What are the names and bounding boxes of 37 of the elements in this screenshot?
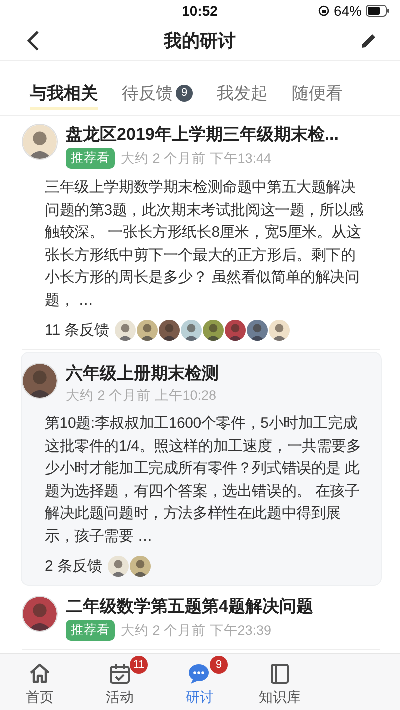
tab[interactable]: 我发起 — [217, 79, 268, 110]
count-badge: 11 — [130, 656, 148, 674]
post-title: 二年级数学第五题第4题解决问题 — [66, 596, 314, 618]
home-icon — [28, 662, 52, 686]
chat-bubble-icon — [188, 662, 212, 686]
post-card[interactable]: 盘龙区2019年上学期三年级期末检... 推荐看 大约 2 个月前 下午13:44 三年级上学期数学期末检测命题中第五大题解决问题的第3题，此次期末考试批阅这一题，所以感触较深。 一张长方形纸长8厘米，宽5厘米。从这张长方形纸中剪下一个最大的正方形后。剩下的小长方形的周长是多少？ 虽然看似简单的解决问题， … 11 条反馈 — [22, 116, 380, 350]
book-icon — [268, 662, 292, 686]
tab-bar-item[interactable]: 知识库 — [240, 656, 320, 710]
post-excerpt: 三年级上学期数学期末检测命题中第五大题解决问题的第3题，此次期末考试批阅这一题，所以感触较深。 一张长方形纸长8厘米，宽5厘米。从这张长方形纸中剪下一个最大的正方形后。剩下的小长方形的周长是多少？ 虽然看似简单的解决问题， … — [45, 178, 365, 310]
tab-bar-item[interactable]: 研讨 9 — [160, 656, 240, 710]
post-title: 盘龙区2019年上学期三年级期末检... — [66, 124, 339, 146]
status-time: 10:52 — [182, 3, 218, 19]
battery-icon — [366, 5, 390, 17]
post-time: 大约 2 个月前 下午23:39 — [121, 622, 272, 640]
tab[interactable]: 待反馈 9 — [122, 79, 193, 110]
post-excerpt: 第10题:李叔叔加工1600个零件，5小时加工完成这批零件的1/4。照这样的加工速度，一共需要多少小时才能加工完成所有零件？列式错误的是 此题为选择题，有四个答案，选出错误的。 在孩子解决此题问题时，方法多样性在此题中得到展示，孩子需要 … — [45, 414, 362, 546]
calendar-icon — [108, 662, 132, 686]
post-title: 六年级上册期末检测 — [66, 363, 219, 385]
page-title: 我的研讨 — [164, 30, 236, 53]
post-card[interactable]: 六年级上册期末检测 大约 2 个月前 上午10:28 第10题:李叔叔加工1600个零件，5小时加工完成这批零件的1/4。照这样的加工速度，一共需要多少小时才能加工完成所有零件？列式错误的是 此题为选择题，有四个答案，选出错误的。 在孩子解决此题问题时，方法多样性在此题中得到展示，孩子需要 … 2 条反馈 — [21, 352, 382, 586]
tab-bar-item[interactable]: 首页 — [0, 656, 80, 710]
tab[interactable]: 随便看 — [292, 79, 343, 110]
feedback-count: 11 条反馈 — [45, 321, 110, 340]
rotation-lock-icon — [318, 5, 330, 17]
battery-level: 64% — [334, 3, 362, 19]
tab-bar-item[interactable]: 活动 11 — [80, 656, 160, 710]
tab[interactable]: 与我相关 — [30, 79, 98, 110]
feedback-count: 2 条反馈 — [45, 557, 103, 576]
post-time: 大约 2 个月前 上午10:28 — [66, 387, 217, 405]
post-card[interactable]: 二年级数学第五题第4题解决问题 推荐看 大约 2 个月前 下午23:39 — [22, 588, 380, 650]
post-time: 大约 2 个月前 下午13:44 — [121, 150, 272, 168]
recommend-tag: 推荐看 — [66, 148, 115, 169]
count-badge: 9 — [210, 656, 228, 674]
back-icon[interactable] — [26, 30, 40, 52]
recommend-tag: 推荐看 — [66, 620, 115, 641]
pencil-icon[interactable] — [360, 32, 378, 50]
count-badge: 9 — [176, 84, 193, 102]
